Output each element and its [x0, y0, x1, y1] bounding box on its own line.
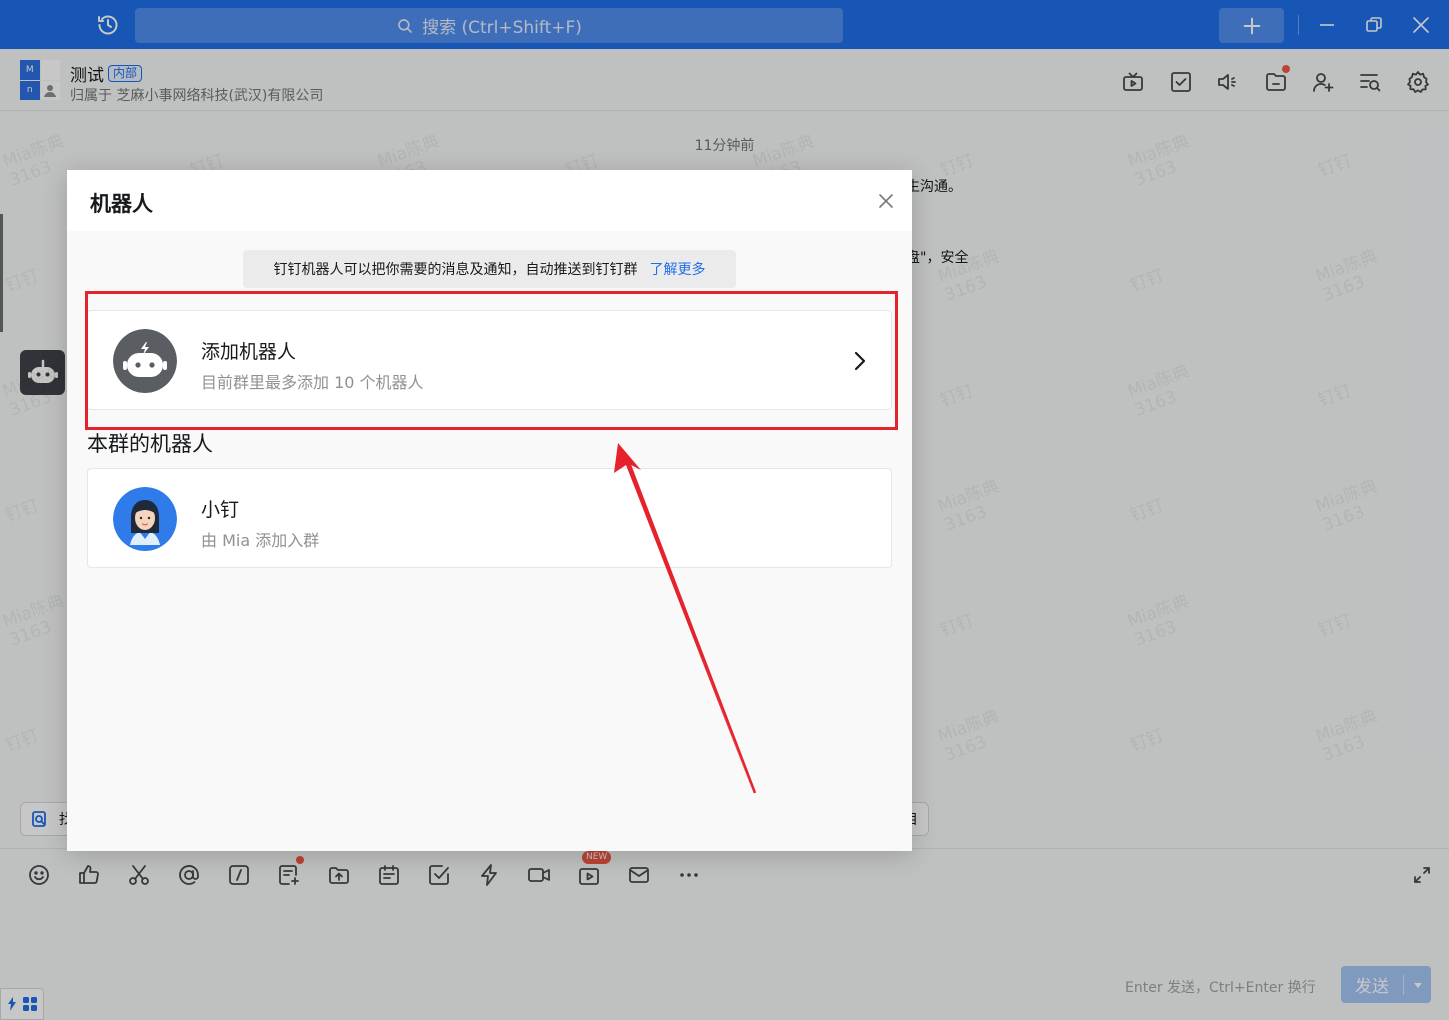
group-robots-heading: 本群的机器人 [87, 432, 213, 456]
dialog-header: 机器人 [67, 170, 912, 231]
close-icon [879, 194, 893, 208]
robot-notice: 钉钉机器人可以把你需要的消息及通知，自动推送到钉钉群 了解更多 [243, 250, 736, 288]
dialog-title: 机器人 [90, 192, 153, 216]
robot-added-by: 由 Mia 添加入群 [201, 531, 320, 550]
robot-dialog: 机器人 钉钉机器人可以把你需要的消息及通知，自动推送到钉钉群 了解更多 添加机器… [67, 170, 912, 851]
annotation-highlight-box [85, 291, 898, 430]
robot-list-item[interactable]: 小钉 由 Mia 添加入群 [87, 468, 892, 568]
learn-more-link[interactable]: 了解更多 [650, 259, 706, 279]
dialog-close-button[interactable] [877, 192, 895, 210]
notice-text: 钉钉机器人可以把你需要的消息及通知，自动推送到钉钉群 [273, 262, 638, 278]
robot-xiaoding-avatar [113, 487, 177, 551]
robot-name: 小钉 [201, 499, 240, 521]
